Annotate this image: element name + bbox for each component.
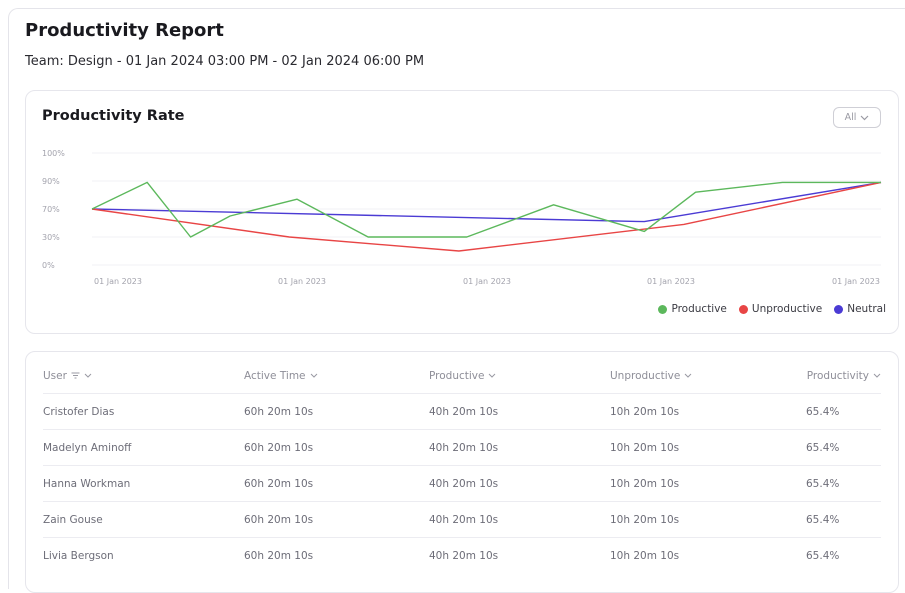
legend-dot	[658, 304, 668, 314]
cell-user: Cristofer Dias	[43, 393, 244, 430]
series-line-productive	[91, 181, 881, 238]
column-header-unproductive-label: Unproductive	[610, 369, 681, 382]
legend-label: Unproductive	[751, 303, 823, 315]
chevron-down-icon	[84, 373, 92, 378]
cell-unproductive: 10h 20m 10s	[610, 429, 806, 466]
chevron-down-icon	[489, 373, 496, 378]
cell-unproductive: 10h 20m 10s	[610, 393, 806, 430]
cell-productivity: 65.4%	[806, 393, 881, 430]
legend-item-neutral[interactable]: Neutral	[834, 303, 886, 315]
x-tick-label: 01 Jan 2023	[278, 277, 326, 286]
cell-productive: 40h 20m 10s	[429, 501, 610, 538]
cell-productive: 40h 20m 10s	[429, 393, 610, 430]
cell-productive: 40h 20m 10s	[429, 429, 610, 466]
column-header-productivity[interactable]: Productivity	[806, 358, 881, 394]
chevron-down-icon	[873, 373, 881, 378]
productivity-rate-card: Productivity Rate All 100% 90% 70% 30% 0% 01 …	[25, 90, 899, 334]
x-tick-label: 01 Jan 2023	[463, 277, 511, 286]
line-chart: 100% 90% 70% 30% 0% 01 Jan 2023 01 Jan 2023 01 …	[42, 149, 882, 286]
chevron-down-icon	[310, 373, 317, 378]
x-tick-label: 01 Jan 2023	[647, 277, 695, 286]
cell-productive: 40h 20m 10s	[429, 549, 499, 562]
legend-dot	[834, 304, 844, 314]
cell-active-time: 60h 20m 10s	[244, 549, 314, 562]
cell-user: Hanna Workman	[43, 465, 244, 502]
cell-user: Madelyn Aminoff	[43, 429, 244, 466]
x-tick-label: 01 Jan 2023	[94, 277, 142, 286]
page-subtitle: Team: Design - 01 Jan 2024 03:00 PM - 02…	[25, 54, 425, 69]
column-header-active-time-label: Active Time	[244, 369, 306, 382]
y-tick-label: 30%	[42, 233, 60, 242]
cell-productivity: 65.4%	[806, 429, 881, 466]
series-line-neutral	[91, 181, 882, 223]
cell-productivity: 65.4%	[806, 465, 881, 502]
chevron-down-icon	[684, 373, 692, 378]
y-tick-label: 90%	[42, 177, 60, 186]
series-line-unproductive	[91, 181, 882, 252]
cell-productivity: 65.4%	[806, 501, 881, 538]
column-header-user-label: User	[43, 369, 67, 382]
cell-unproductive: 10h 20m 10s	[610, 501, 806, 538]
table-row[interactable]: Zain Gouse 60h 20m 10s 40h 20m 10s 10h 2…	[43, 501, 881, 538]
cell-active-time: 60h 20m 10s	[244, 393, 429, 430]
y-tick-label: 0%	[42, 261, 55, 270]
table-header-row: User Active Time Productive Unproductive…	[43, 358, 881, 394]
cell-unproductive: 10h 20m 10s	[610, 549, 680, 562]
chart-legend: Productive Unproductive Neutral	[658, 303, 886, 315]
legend-item-productive[interactable]: Productive	[658, 303, 727, 315]
user-table: User Active Time Productive Unproductive…	[43, 358, 881, 573]
legend-label: Neutral	[847, 303, 886, 315]
cell-active-time: 60h 20m 10s	[244, 429, 429, 466]
column-header-user[interactable]: User	[43, 358, 244, 394]
cell-active-time: 60h 20m 10s	[244, 501, 429, 538]
y-tick-label: 70%	[42, 205, 60, 214]
y-tick-label: 100%	[42, 149, 65, 158]
cell-unproductive: 10h 20m 10s	[610, 465, 806, 502]
cell-user: Zain Gouse	[43, 501, 244, 538]
page-title: Productivity Report	[25, 20, 224, 41]
column-header-productivity-label: Productivity	[806, 369, 869, 382]
legend-item-unproductive[interactable]: Unproductive	[738, 303, 823, 315]
table-row[interactable]: Hanna Workman 60h 20m 10s 40h 20m 10s 10…	[43, 465, 881, 502]
legend-dot	[738, 304, 748, 314]
cell-user: Livia Bergson	[43, 549, 114, 562]
table-row[interactable]: Livia Bergson 60h 20m 10s 40h 20m 10s 10…	[43, 538, 881, 574]
user-productivity-table-card: User Active Time Productive Unproductive…	[25, 351, 899, 593]
cell-active-time: 60h 20m 10s	[244, 465, 429, 502]
table-row[interactable]: Madelyn Aminoff 60h 20m 10s 40h 20m 10s …	[43, 429, 881, 466]
cell-productive: 40h 20m 10s	[429, 465, 610, 502]
filter-icon[interactable]	[71, 372, 80, 379]
column-header-productive-label: Productive	[429, 369, 485, 382]
x-tick-label: 01 Jan 2023	[832, 277, 880, 286]
table-row[interactable]: Cristofer Dias 60h 20m 10s 40h 20m 10s 1…	[43, 393, 881, 430]
legend-label: Productive	[671, 303, 727, 315]
cell-productivity: 65.4%	[806, 549, 840, 562]
column-header-productive[interactable]: Productive	[429, 358, 610, 394]
column-header-active-time[interactable]: Active Time	[244, 358, 429, 394]
column-header-unproductive[interactable]: Unproductive	[610, 358, 806, 394]
